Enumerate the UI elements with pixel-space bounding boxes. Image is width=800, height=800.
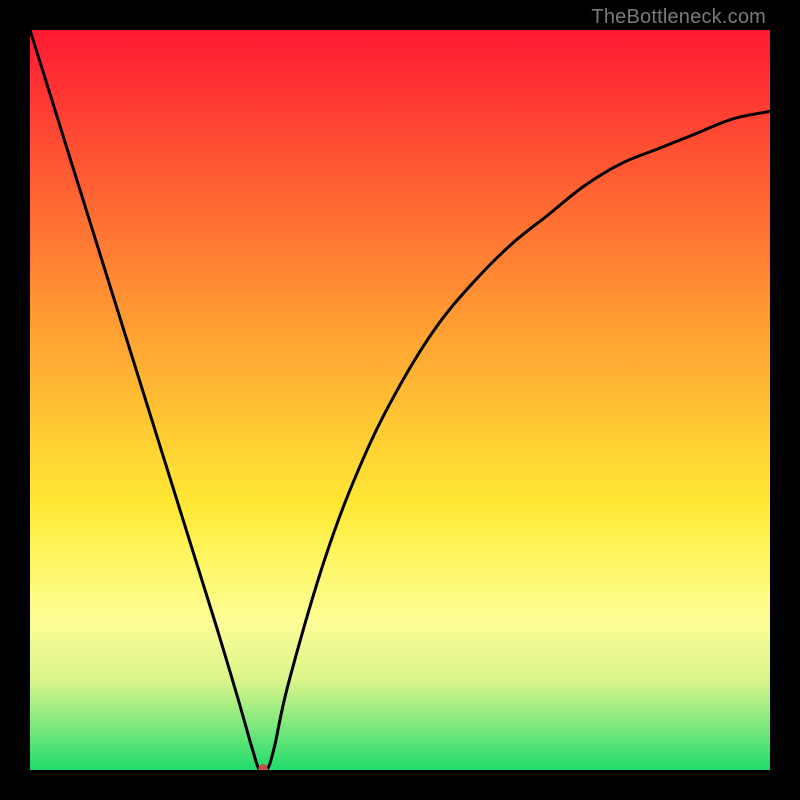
bottleneck-curve — [30, 30, 770, 770]
curve-svg — [30, 30, 770, 770]
minimum-marker — [258, 764, 268, 770]
chart-container: TheBottleneck.com — [0, 0, 800, 800]
watermark-text: TheBottleneck.com — [591, 6, 766, 29]
plot-area — [30, 30, 770, 770]
